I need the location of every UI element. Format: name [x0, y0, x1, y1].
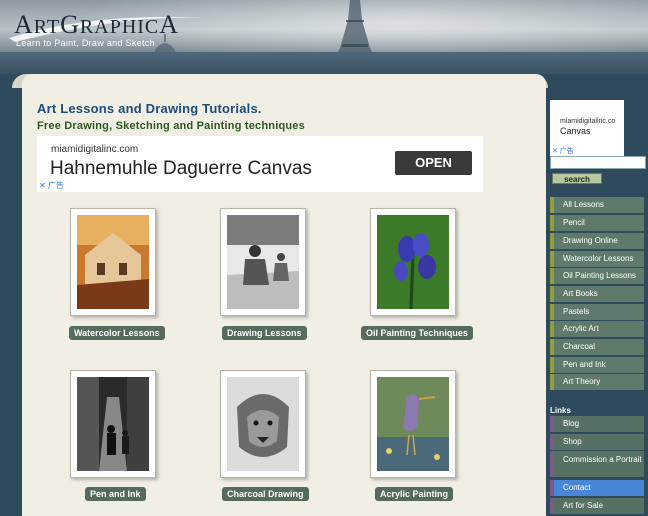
acrylic-painting-link[interactable]: Acrylic Painting	[375, 487, 454, 501]
pen-and-ink-link[interactable]: Pen and Ink	[85, 487, 146, 501]
oil-painting-techniques-link[interactable]: Oil Painting Techniques	[361, 326, 473, 340]
charcoal-drawing-link[interactable]: Charcoal Drawing	[222, 487, 309, 501]
site-header: ARTGRAPHICA Learn to Paint, Draw and Ske…	[0, 0, 648, 74]
pen-and-ink-thumbnail[interactable]	[70, 370, 156, 478]
page-subtitle: Free Drawing, Sketching and Painting tec…	[37, 120, 305, 132]
sidebar-item-pencil[interactable]: Pencil	[550, 215, 644, 231]
sidebar-item-art-books[interactable]: Art Books	[550, 286, 644, 302]
sidebar-link-commission[interactable]: Commission a Portrait	[550, 451, 644, 477]
lion-head-image	[227, 377, 299, 471]
ad-choices-icon[interactable]: ✕ 广告	[552, 146, 574, 156]
ad-domain: miamidigitalinc.com	[51, 144, 139, 155]
site-logo[interactable]: ARTGRAPHICA	[14, 10, 179, 40]
sidebar-ad[interactable]: miamidigitalinc.co Canvas ✕ 广告	[550, 100, 624, 156]
ad-title[interactable]: Hahnemuhle Daguerre Canvas	[50, 158, 312, 180]
logo-letter: A	[14, 10, 34, 39]
heron-image	[377, 377, 449, 471]
sidebar-ad-title[interactable]: Canvas	[560, 126, 591, 136]
sidebar-item-pastels[interactable]: Pastels	[550, 304, 644, 320]
watercolor-lessons-link[interactable]: Watercolor Lessons	[69, 326, 165, 340]
sidebar-item-all-lessons[interactable]: All Lessons	[550, 197, 644, 213]
oil-painting-thumbnail[interactable]	[370, 208, 456, 316]
sidebar-item-art-theory[interactable]: Art Theory	[550, 374, 644, 390]
sidebar-item-drawing-online[interactable]: Drawing Online	[550, 233, 644, 249]
search-input[interactable]	[550, 156, 646, 169]
street-scene-image	[77, 377, 149, 471]
site-tagline: Learn to Paint, Draw and Sketch	[16, 38, 155, 48]
watercolor-thumbnail[interactable]	[70, 208, 156, 316]
search-button[interactable]: search	[552, 173, 602, 184]
sidebar-item-acrylic-art[interactable]: Acrylic Art	[550, 321, 644, 337]
page-title: Art Lessons and Drawing Tutorials.	[37, 101, 262, 116]
iris-flower-image	[377, 215, 449, 309]
sidebar-item-watercolor-lessons[interactable]: Watercolor Lessons	[550, 251, 644, 267]
sidebar-item-pen-and-ink[interactable]: Pen and Ink	[550, 357, 644, 373]
drawing-lessons-link[interactable]: Drawing Lessons	[222, 326, 307, 340]
charcoal-thumbnail[interactable]	[220, 370, 306, 478]
ad-choices-icon[interactable]: ✕ 广告	[39, 180, 64, 191]
logo-letters: RT	[33, 16, 61, 38]
drawing-sketch-image	[227, 215, 299, 309]
header-skyline	[0, 52, 648, 74]
sidebar-link-art-for-sale[interactable]: Art for Sale	[550, 498, 644, 514]
logo-letter: A	[159, 10, 180, 39]
sidebar-item-oil-painting-lessons[interactable]: Oil Painting Lessons	[550, 268, 644, 284]
sidebar-item-charcoal[interactable]: Charcoal	[550, 339, 644, 355]
sidebar-link-contact[interactable]: Contact	[550, 480, 644, 496]
acrylic-thumbnail[interactable]	[370, 370, 456, 478]
ad-open-button[interactable]: OPEN	[395, 151, 472, 175]
logo-letters: RAPHIC	[79, 16, 160, 38]
watercolor-painting-image	[77, 215, 149, 309]
sidebar-link-shop[interactable]: Shop	[550, 434, 644, 450]
links-heading: Links	[550, 406, 571, 415]
logo-letter: G	[60, 10, 80, 39]
drawing-thumbnail[interactable]	[220, 208, 306, 316]
sidebar-link-blog[interactable]: Blog	[550, 416, 644, 432]
ad-banner[interactable]: miamidigitalinc.com Hahnemuhle Daguerre …	[37, 136, 483, 192]
sidebar-ad-domain: miamidigitalinc.co	[560, 118, 616, 125]
